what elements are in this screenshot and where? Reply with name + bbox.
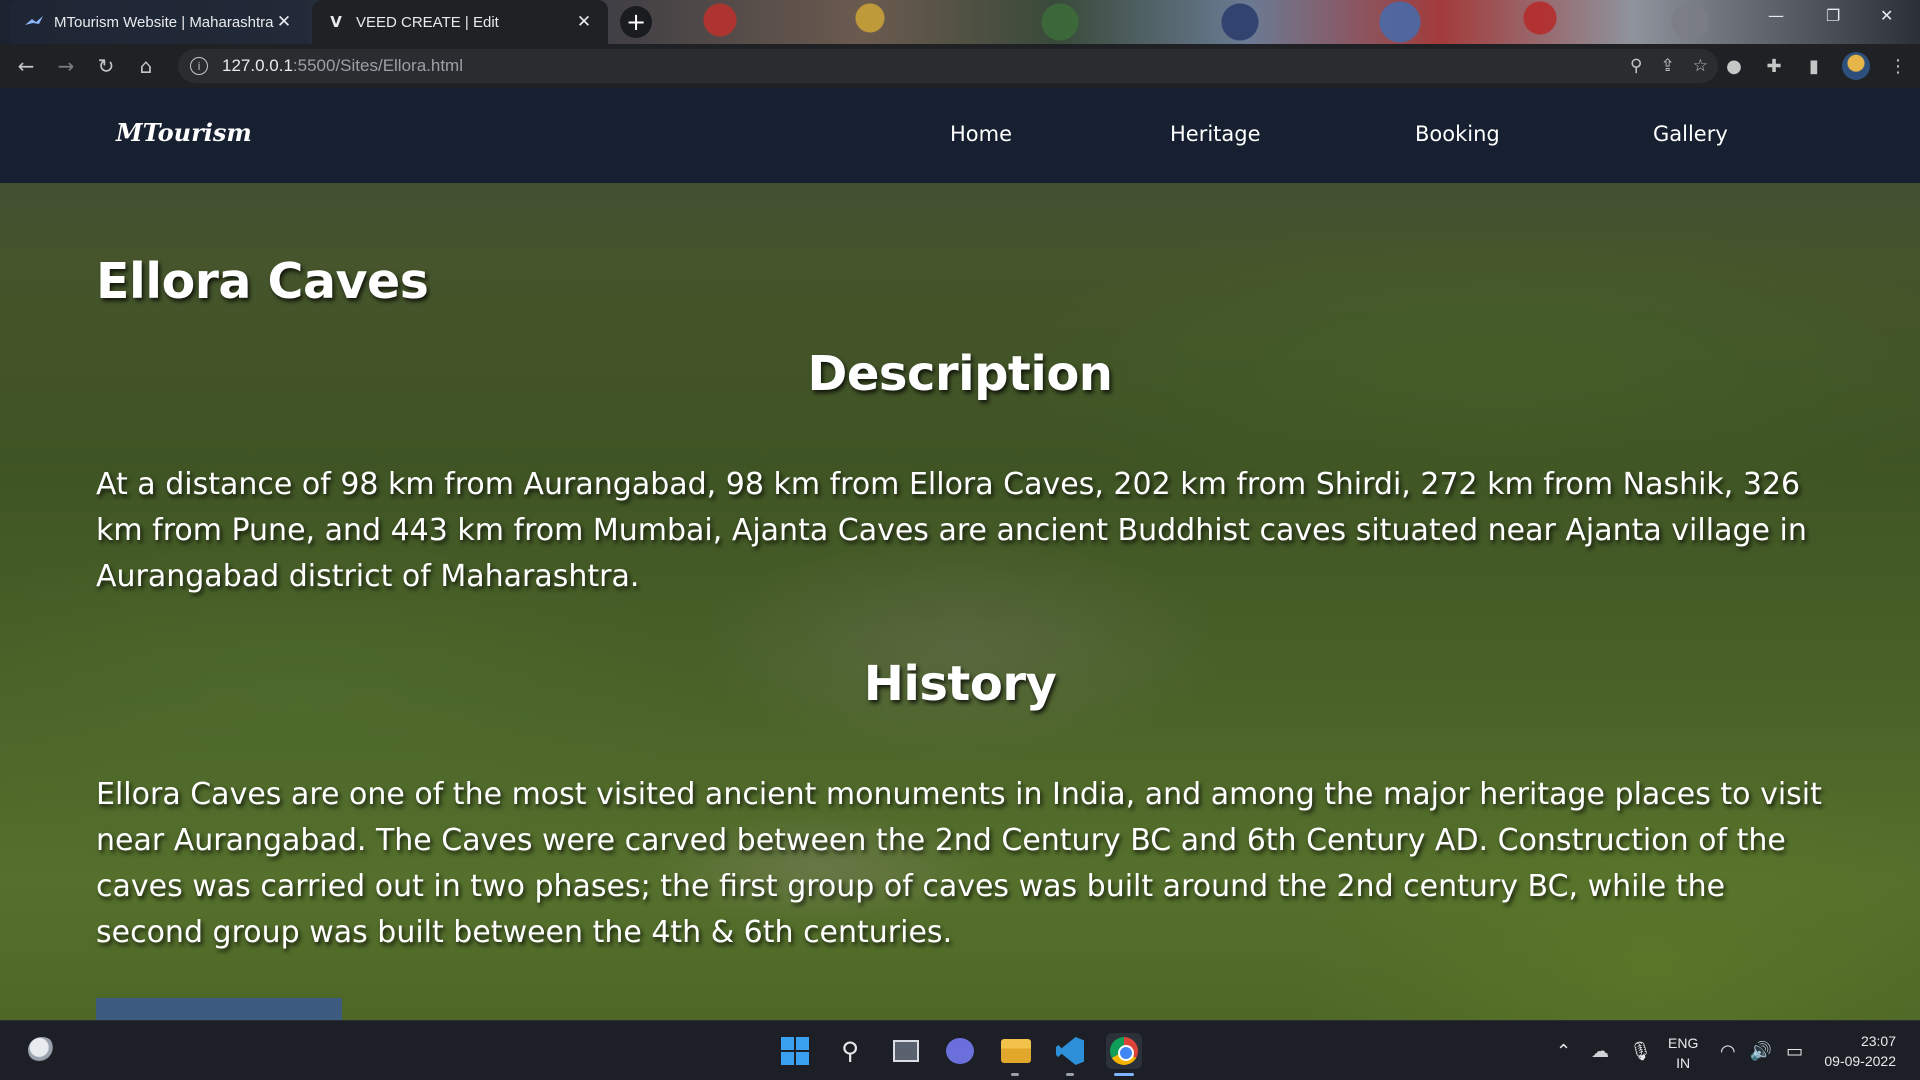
forward-icon[interactable]: →: [46, 46, 86, 86]
clock-date: 09-09-2022: [1824, 1053, 1896, 1069]
file-explorer-icon[interactable]: [998, 1033, 1034, 1069]
veed-favicon-icon: V: [330, 13, 342, 31]
extensions-area: ● ✚ ▮ ⋮: [1722, 44, 1910, 88]
restore-icon[interactable]: ❐: [1826, 6, 1840, 25]
tab-title: VEED CREATE | Edit: [356, 13, 499, 31]
tab-close-icon[interactable]: ✕: [574, 12, 594, 32]
volume-icon: 🔊: [1749, 1040, 1773, 1062]
menu-kebab-icon[interactable]: ⋮: [1886, 54, 1910, 78]
vscode-icon[interactable]: [1052, 1033, 1088, 1069]
tab-mtourism[interactable]: MTourism Website | Maharashtra ✕: [10, 0, 308, 44]
address-bar-actions: ⚲ ⇪ ☆: [1630, 49, 1708, 83]
start-windows-icon[interactable]: [777, 1033, 813, 1069]
onedrive-icon[interactable]: ☁: [1591, 1041, 1609, 1062]
nav-booking-link[interactable]: Booking: [1415, 122, 1500, 146]
url-text[interactable]: 127.0.0.1:5500/Sites/Ellora.html: [222, 56, 463, 76]
browser-toolbar: ← → ↻ ⌂ i 127.0.0.1:5500/Sites/Ellora.ht…: [0, 44, 1920, 88]
description-heading: Description: [807, 346, 1113, 402]
description-paragraph: At a distance of 98 km from Aurangabad, …: [96, 467, 1807, 594]
profile-avatar[interactable]: [1842, 52, 1870, 80]
weather-widget-icon[interactable]: [28, 1037, 56, 1063]
clock-time: 23:07: [1860, 1033, 1896, 1049]
task-view-icon[interactable]: [888, 1033, 924, 1069]
share-icon[interactable]: ⇪: [1661, 56, 1675, 76]
page-action-button[interactable]: [96, 998, 342, 1020]
puzzle-extensions-icon[interactable]: ✚: [1762, 54, 1786, 78]
nav-heritage-link[interactable]: Heritage: [1170, 122, 1261, 146]
history-paragraph: Ellora Caves are one of the most visited…: [96, 777, 1822, 950]
side-panel-icon[interactable]: ▮: [1802, 54, 1826, 78]
language-code: ENG: [1668, 1035, 1699, 1051]
clock[interactable]: 23:07 09-09-2022: [1816, 1031, 1896, 1071]
mtourism-favicon-icon: [24, 12, 44, 32]
teams-chat-icon[interactable]: [942, 1033, 978, 1069]
browser-theme-artwork: [640, 0, 1790, 44]
system-icons[interactable]: ◠ 🔊 ▭: [1720, 1021, 1803, 1080]
tab-close-icon[interactable]: ✕: [274, 12, 294, 32]
extension-icon[interactable]: ●: [1722, 54, 1746, 78]
region-code: IN: [1676, 1055, 1691, 1071]
language-indicator[interactable]: ENG IN: [1668, 1033, 1698, 1073]
running-indicator: [1011, 1073, 1019, 1076]
history-heading: History: [863, 656, 1057, 712]
reload-icon[interactable]: ↻: [86, 46, 126, 86]
microphone-icon[interactable]: 🎙: [1629, 1041, 1652, 1062]
new-tab-button[interactable]: +: [620, 6, 652, 38]
close-window-icon[interactable]: ✕: [1880, 6, 1893, 25]
url-host: 127.0.0.1: [222, 56, 293, 75]
minimize-icon[interactable]: —: [1768, 6, 1784, 25]
browser-tab-strip: MTourism Website | Maharashtra ✕ V VEED …: [0, 0, 1920, 44]
page-title: Ellora Caves: [96, 253, 429, 310]
tab-title: MTourism Website | Maharashtra: [54, 13, 274, 31]
running-indicator: [1066, 1073, 1074, 1076]
zoom-icon[interactable]: ⚲: [1630, 56, 1642, 76]
home-icon[interactable]: ⌂: [126, 46, 166, 86]
chrome-icon[interactable]: [1106, 1033, 1142, 1069]
site-brand-logo[interactable]: MTourism: [116, 118, 252, 147]
tab-veed[interactable]: V VEED CREATE | Edit ✕: [312, 0, 608, 44]
tray-icons: ⌃ ☁ 🎙: [1556, 1021, 1652, 1080]
site-info-icon[interactable]: i: [190, 57, 208, 75]
nav-home-link[interactable]: Home: [950, 122, 1012, 146]
wifi-icon: ◠: [1720, 1040, 1736, 1062]
address-bar[interactable]: i 127.0.0.1:5500/Sites/Ellora.html ⚲ ⇪ ☆: [178, 49, 1718, 83]
web-page: MTourism Home Heritage Booking Gallery E…: [0, 88, 1920, 1020]
nav-gallery-link[interactable]: Gallery: [1653, 122, 1728, 146]
site-navbar: MTourism Home Heritage Booking Gallery: [0, 88, 1920, 183]
search-icon[interactable]: ⚲: [832, 1033, 868, 1069]
windows-taskbar: ⚲ ⌃ ☁ 🎙 ENG IN ◠ 🔊 ▭ 23:07 09-09-2022: [0, 1020, 1920, 1080]
active-indicator: [1114, 1073, 1134, 1076]
battery-icon: ▭: [1786, 1040, 1804, 1062]
url-path: :5500/Sites/Ellora.html: [292, 56, 463, 75]
chevron-up-icon[interactable]: ⌃: [1556, 1041, 1571, 1062]
back-icon[interactable]: ←: [6, 46, 46, 86]
bookmark-star-icon[interactable]: ☆: [1693, 56, 1708, 76]
